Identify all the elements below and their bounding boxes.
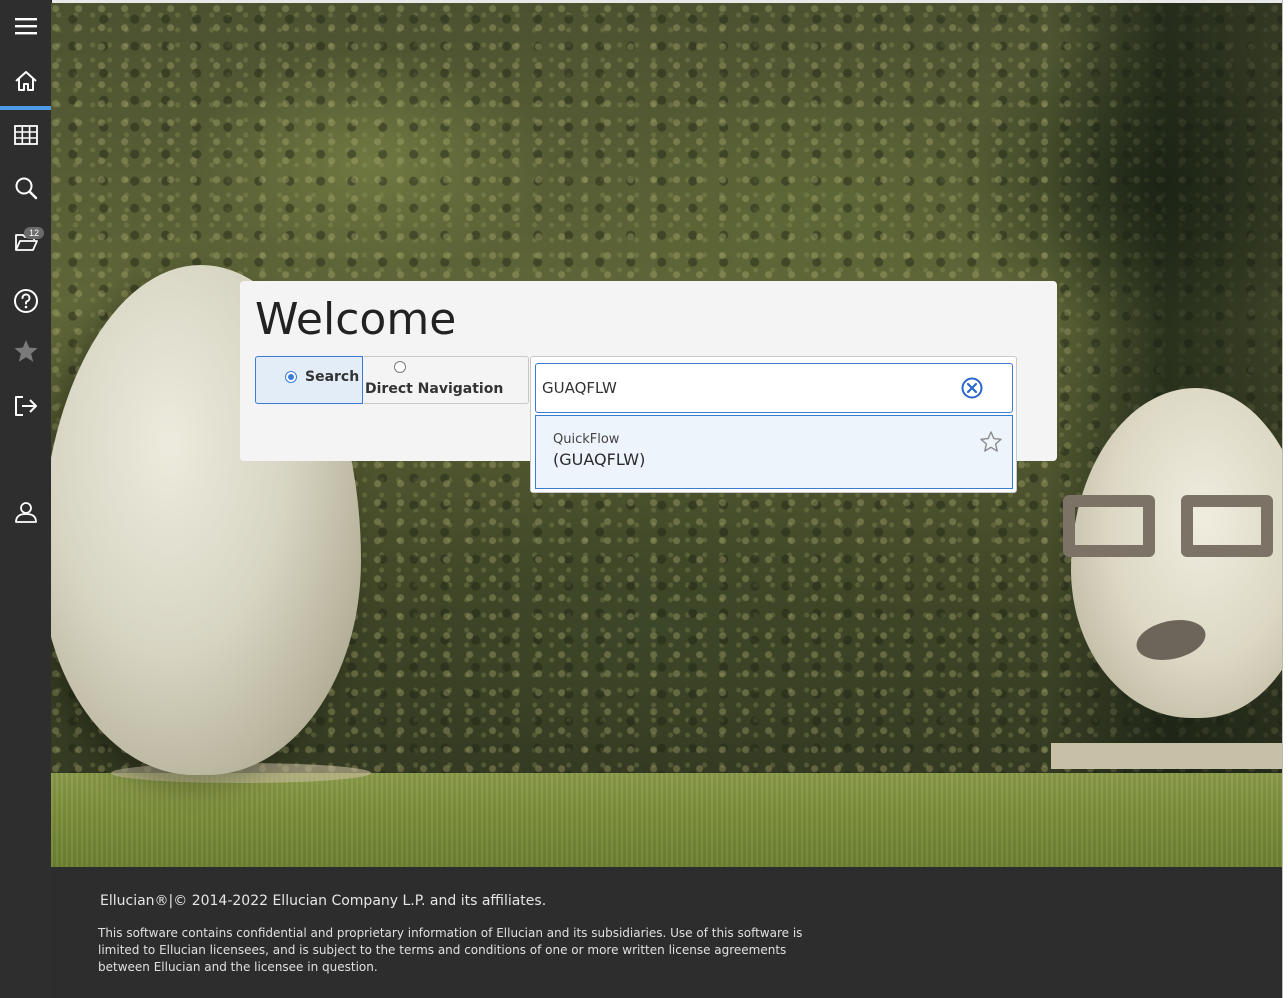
search-mode-option[interactable]: Search [255,356,363,404]
adjacent-window-edge [1282,0,1288,998]
search-mode-label: Search [305,369,360,385]
recently-opened-badge: 12 [24,227,44,239]
sidebar: 12 [0,0,52,998]
add-favorite-button[interactable] [979,430,1003,454]
close-circle-icon [961,377,983,399]
page-title: Welcome [255,294,457,345]
grid-icon [13,125,38,145]
star-icon [14,340,37,362]
sign-out-icon [14,396,37,416]
search-input[interactable] [535,363,1013,413]
direct-navigation-option[interactable]: Direct Navigation [364,356,529,404]
lawn [51,773,1282,867]
sidebar-item-favorites[interactable] [0,328,51,374]
sidebar-item-home[interactable] [0,58,51,104]
home-icon [14,71,37,91]
egg-base-right [1051,743,1282,769]
help-circle-icon [13,289,38,313]
sidebar-item-search[interactable] [0,165,51,211]
sculpture-glasses [1063,495,1282,565]
home-active-indicator [0,106,51,110]
sidebar-item-menu[interactable] [0,3,51,49]
footer-disclaimer: This software contains confidential and … [98,926,803,974]
star-outline-icon [980,431,1002,452]
footer-copyright: Ellucian®|© 2014-2022 Ellucian Company L… [100,893,547,909]
search-result-code: (GUAQFLW) [553,450,646,469]
sidebar-item-recently-opened[interactable] [0,219,51,265]
user-icon [14,502,37,523]
sidebar-item-user-profile[interactable] [0,489,51,535]
sidebar-item-sign-out[interactable] [0,383,51,429]
search-icon [15,177,37,200]
clear-search-button[interactable] [960,376,984,400]
sidebar-item-applications[interactable] [0,112,51,158]
hamburger-menu-icon [14,18,37,35]
search-mode-radio[interactable] [285,371,297,383]
direct-navigation-radio[interactable] [394,361,406,373]
direct-navigation-label: Direct Navigation [365,381,504,397]
sidebar-item-help[interactable] [0,278,51,324]
search-result-name: QuickFlow [553,432,620,447]
